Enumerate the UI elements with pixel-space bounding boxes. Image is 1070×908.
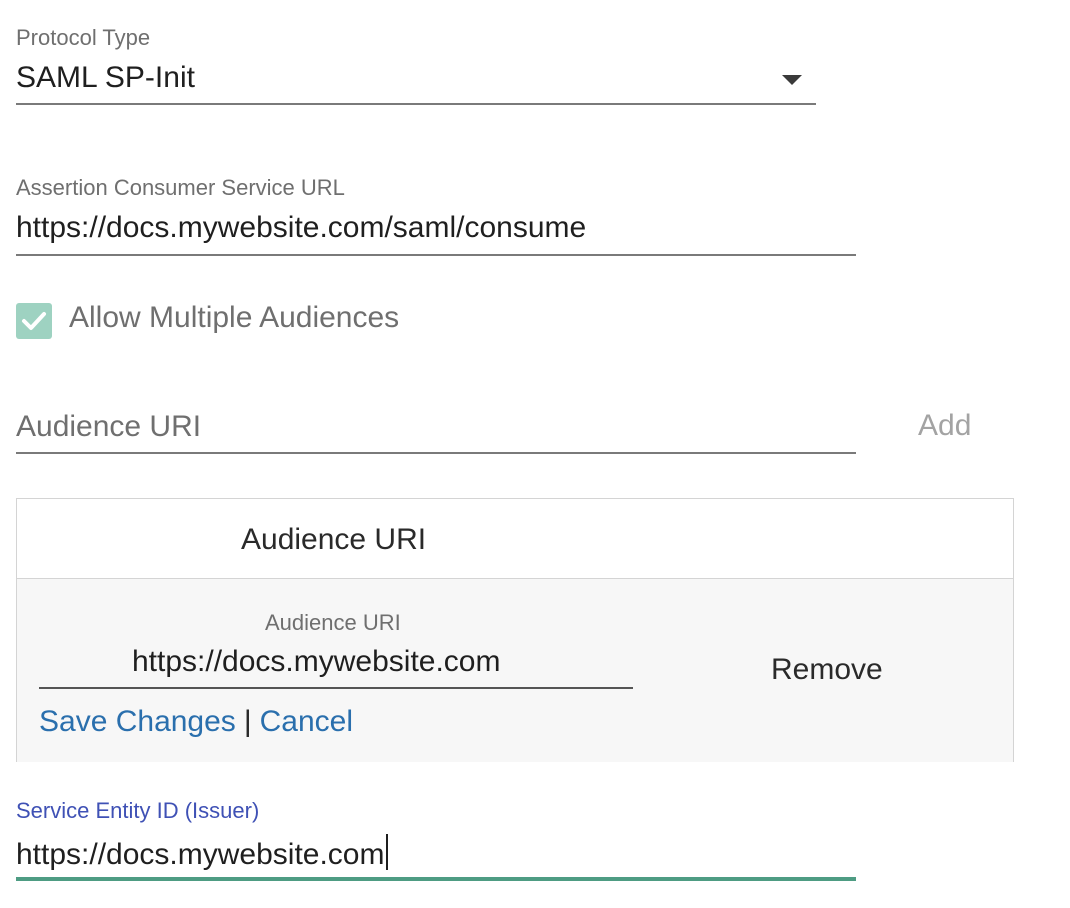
- issuer-label: Service Entity ID (Issuer): [16, 798, 260, 823]
- protocol-type-select[interactable]: SAML SP-Init: [16, 61, 195, 95]
- row-audience-uri-field[interactable]: https://docs.mywebsite.com: [132, 645, 500, 679]
- row-audience-uri-underline: [39, 687, 633, 689]
- row-actions: Save Changes | Cancel: [39, 705, 353, 739]
- cancel-link[interactable]: Cancel: [260, 705, 353, 738]
- acs-url-label: Assertion Consumer Service URL: [16, 175, 345, 200]
- remove-audience-button[interactable]: Remove: [771, 653, 883, 687]
- audience-uri-input[interactable]: [16, 405, 856, 449]
- issuer-field-text: https://docs.mywebsite.com: [16, 838, 385, 871]
- issuer-focus-underline: [16, 877, 856, 881]
- text-caret: [386, 834, 389, 870]
- audience-table: Audience URI Audience URI https://docs.m…: [16, 498, 1014, 762]
- saml-settings-form: Protocol Type SAML SP-Init Assertion Con…: [0, 0, 1070, 908]
- allow-multiple-audiences-checkbox[interactable]: [16, 303, 52, 339]
- dropdown-arrow-icon[interactable]: [782, 75, 802, 85]
- acs-url-underline: [16, 254, 856, 256]
- protocol-type-underline: [16, 103, 816, 105]
- checkmark-icon: [22, 312, 46, 330]
- table-header-audience-uri: Audience URI: [241, 523, 427, 556]
- allow-multiple-audiences-label[interactable]: Allow Multiple Audiences: [69, 301, 399, 335]
- link-separator: |: [243, 705, 252, 738]
- add-audience-button[interactable]: Add: [918, 409, 971, 443]
- protocol-type-label: Protocol Type: [16, 25, 151, 50]
- issuer-field[interactable]: https://docs.mywebsite.com: [16, 834, 389, 872]
- save-changes-link[interactable]: Save Changes: [39, 705, 236, 738]
- table-header: Audience URI: [17, 499, 1013, 579]
- row-audience-uri-label: Audience URI: [265, 610, 401, 635]
- table-row: Audience URI https://docs.mywebsite.com …: [17, 579, 1013, 762]
- acs-url-field[interactable]: https://docs.mywebsite.com/saml/consume: [16, 211, 586, 245]
- audience-uri-underline: [16, 452, 856, 454]
